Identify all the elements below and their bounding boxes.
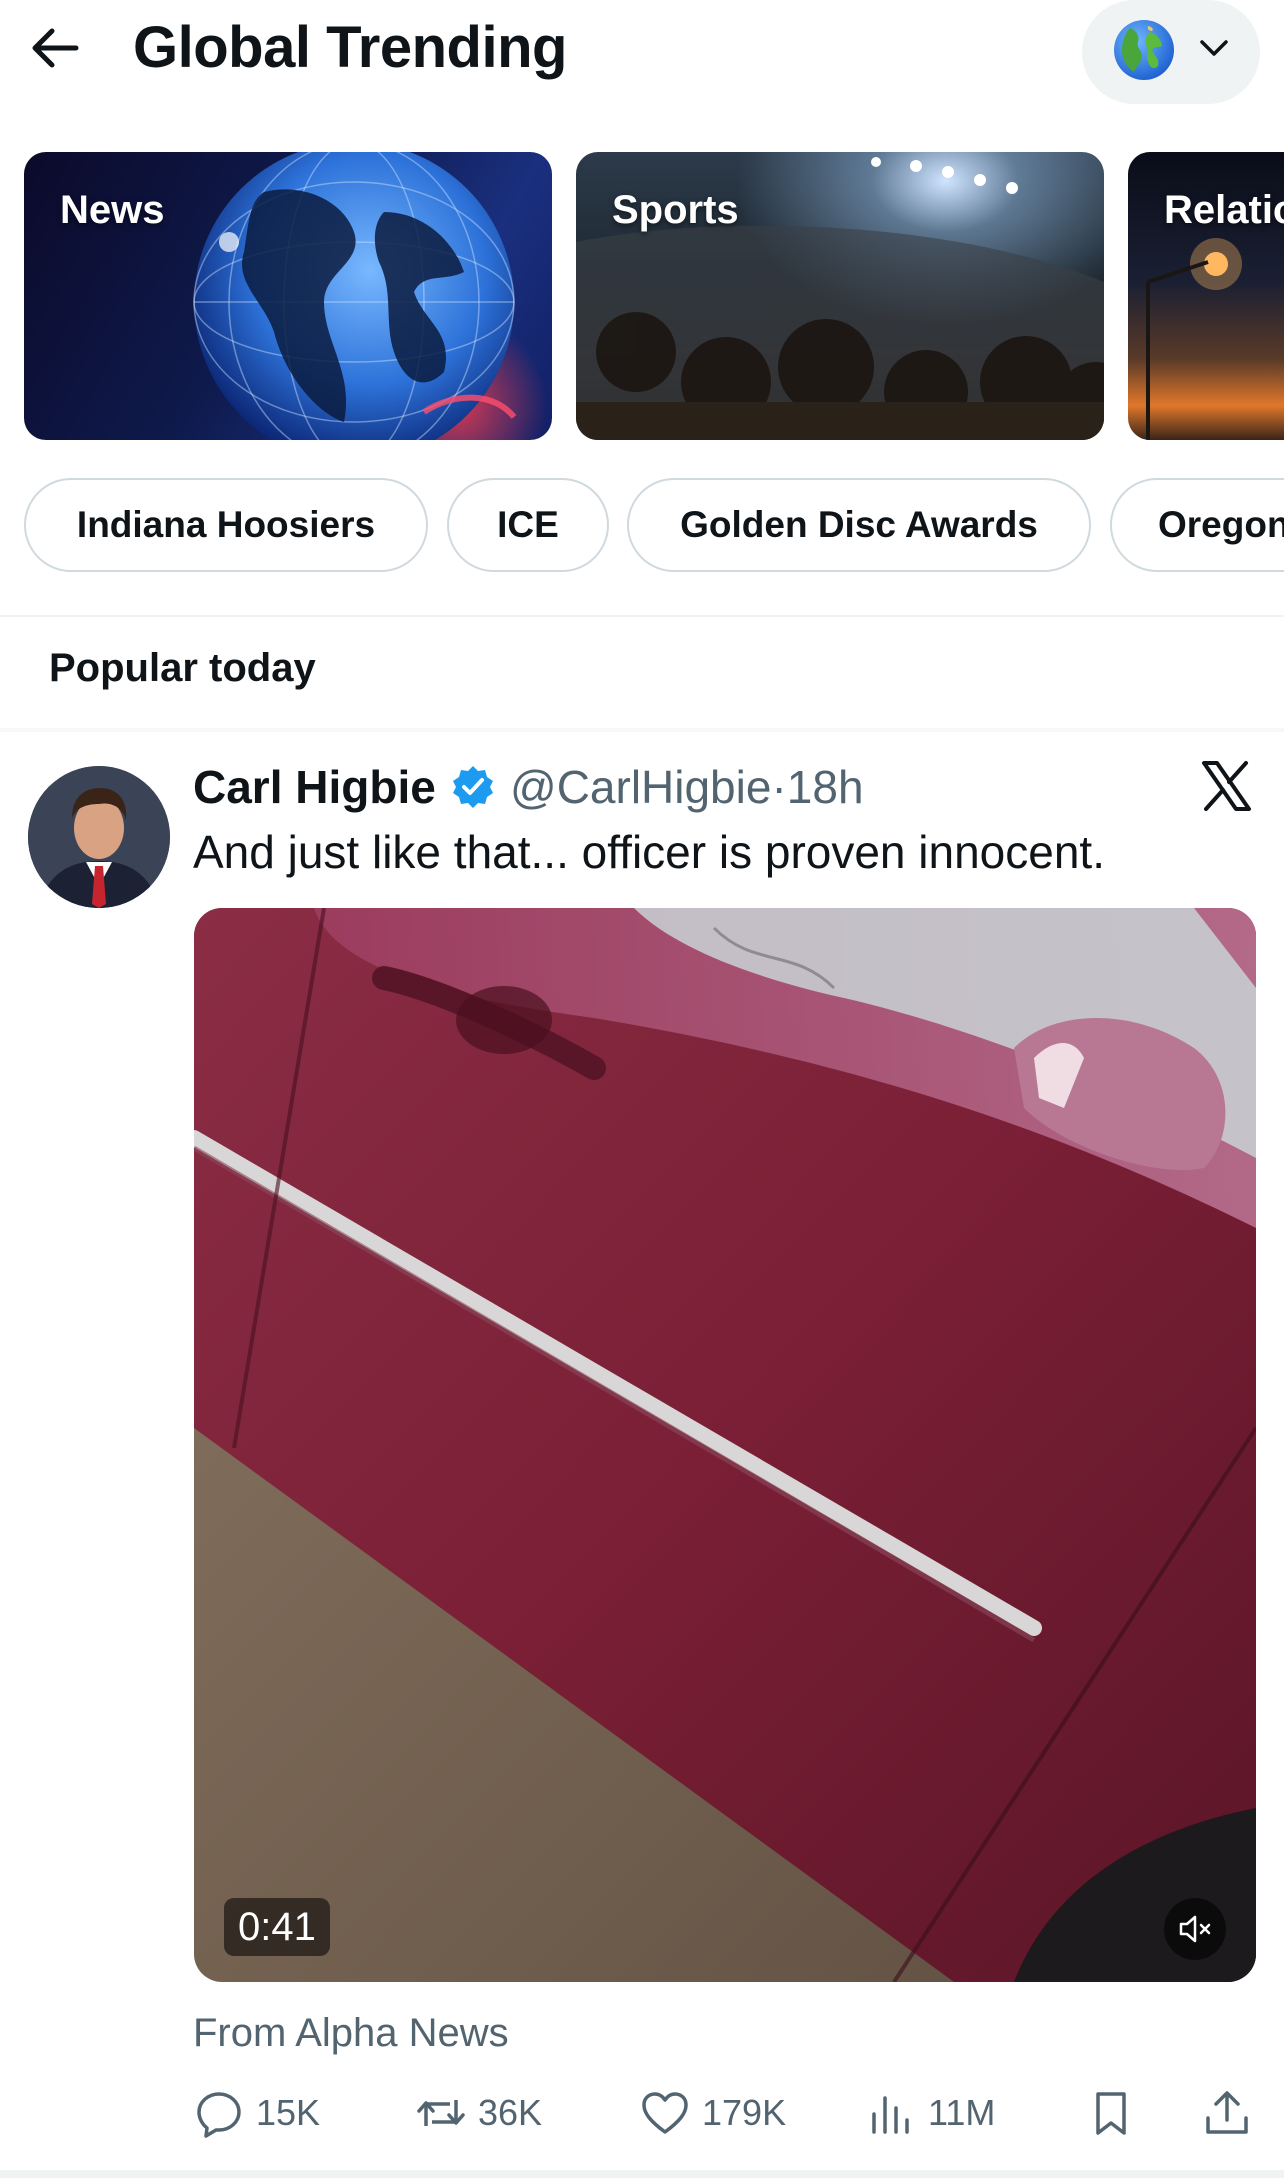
like-button[interactable]: 179K bbox=[640, 2078, 786, 2148]
mute-button[interactable] bbox=[1164, 1898, 1226, 1960]
bookmark-button[interactable] bbox=[1086, 2078, 1136, 2148]
separator: · bbox=[771, 761, 787, 813]
x-logo-icon bbox=[1202, 761, 1251, 811]
chip-indiana-hoosiers[interactable]: Indiana Hoosiers bbox=[24, 478, 428, 572]
views-button[interactable]: 11M bbox=[866, 2078, 995, 2148]
share-icon bbox=[1206, 2091, 1248, 2134]
category-card-news[interactable]: News bbox=[24, 152, 552, 440]
post-text: And just like that... officer is proven … bbox=[193, 826, 1105, 878]
author-handle[interactable]: @CarlHigbie bbox=[510, 761, 771, 813]
post-video[interactable]: 0:41 bbox=[194, 908, 1256, 1982]
header: Global Trending bbox=[0, 0, 1284, 110]
repost-button[interactable]: 36K bbox=[416, 2078, 542, 2148]
author-name[interactable]: Carl Higbie bbox=[193, 758, 436, 816]
category-card-sports[interactable]: Sports bbox=[576, 152, 1104, 440]
category-carousel: News Sports Relatio bbox=[0, 152, 1284, 442]
category-label: Sports bbox=[612, 188, 739, 232]
divider bbox=[0, 2170, 1284, 2178]
post-actions-bar: 15K 36K 179K 11M bbox=[0, 2078, 1284, 2148]
post-time[interactable]: 18h bbox=[787, 761, 864, 813]
category-label: Relatio bbox=[1164, 188, 1284, 232]
reply-count: 15K bbox=[256, 2092, 321, 2133]
chip-golden-disc-awards[interactable]: Golden Disc Awards bbox=[627, 478, 1091, 572]
category-label: News bbox=[60, 188, 165, 232]
media-source-attribution[interactable]: From Alpha News bbox=[193, 2006, 509, 2060]
profile-photo bbox=[28, 766, 170, 908]
views-count: 11M bbox=[928, 2092, 996, 2133]
chip-oregon[interactable]: Oregon bbox=[1110, 478, 1284, 572]
section-title: Popular today bbox=[49, 646, 316, 690]
trending-topics-chips: Indiana Hoosiers ICE Golden Disc Awards … bbox=[0, 478, 1284, 572]
chip-ice[interactable]: ICE bbox=[447, 478, 609, 572]
video-duration-badge: 0:41 bbox=[224, 1898, 330, 1956]
repost-count: 36K bbox=[478, 2092, 543, 2133]
divider bbox=[0, 728, 1284, 732]
reply-icon bbox=[197, 2092, 241, 2138]
divider bbox=[0, 615, 1284, 617]
avatar[interactable] bbox=[28, 766, 170, 908]
speaker-muted-icon bbox=[1179, 1915, 1211, 1943]
like-count: 179K bbox=[702, 2092, 787, 2133]
page-title: Global Trending bbox=[133, 15, 567, 80]
author-handle-and-time: @CarlHigbie·18h bbox=[510, 758, 864, 816]
video-frame bbox=[194, 908, 1256, 1982]
arrow-left-icon bbox=[32, 28, 79, 68]
analytics-bars-icon bbox=[872, 2096, 909, 2134]
share-button[interactable] bbox=[1202, 2078, 1252, 2148]
category-card-relationships[interactable]: Relatio bbox=[1128, 152, 1284, 440]
verified-badge-icon bbox=[453, 766, 493, 808]
globe-icon bbox=[1114, 20, 1174, 80]
reply-button[interactable]: 15K bbox=[194, 2078, 320, 2148]
back-button[interactable] bbox=[26, 18, 86, 78]
heart-icon bbox=[642, 2092, 688, 2134]
repost-icon bbox=[417, 2100, 465, 2126]
region-selector-button[interactable] bbox=[1082, 0, 1260, 104]
bookmark-icon bbox=[1096, 2092, 1126, 2135]
chevron-down-icon bbox=[1200, 40, 1228, 56]
